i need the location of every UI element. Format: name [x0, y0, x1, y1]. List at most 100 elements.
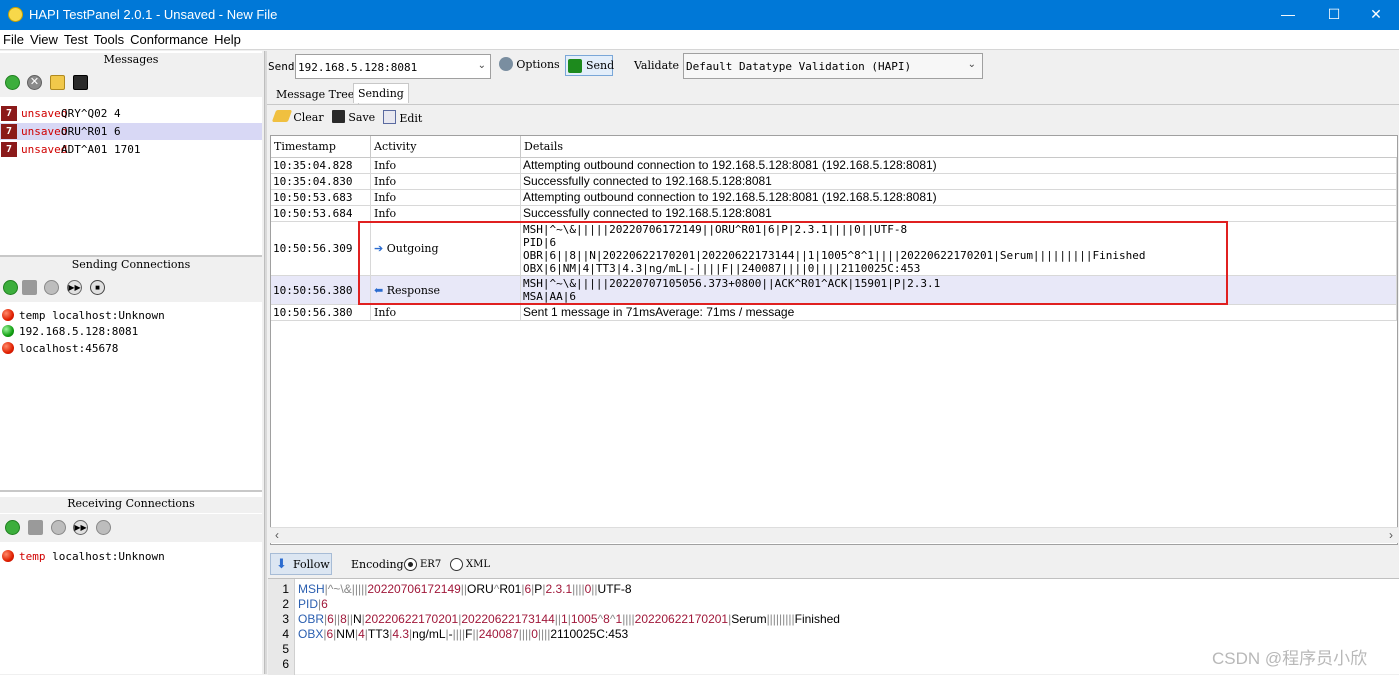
status-green-icon — [2, 325, 14, 337]
send-target-select[interactable]: 192.168.5.128:8081 ⌄ — [295, 54, 491, 79]
table-row[interactable]: 10:50:56.309 ➔ Outgoing MSH|^~\&|||||202… — [271, 222, 1397, 276]
table-row[interactable]: 10:50:53.684 Info Successfully connected… — [271, 206, 1397, 222]
close-message-icon[interactable]: ✕ — [27, 75, 42, 90]
delete-connection-icon[interactable] — [28, 520, 43, 535]
options-button[interactable]: Options — [499, 57, 560, 75]
chevron-down-icon: ⌄ — [967, 59, 976, 70]
list-item[interactable]: temp localhost:Unknown — [0, 308, 165, 324]
window-title: HAPI TestPanel 2.0.1 - Unsaved - New Fil… — [29, 7, 278, 22]
horizontal-scrollbar[interactable]: ‹ › — [270, 527, 1398, 543]
start-icon[interactable] — [44, 280, 59, 295]
er7-radio[interactable] — [404, 558, 417, 571]
detail-line: MSA|AA|6 — [523, 290, 576, 303]
fast-forward-icon[interactable]: ▶▶ — [67, 280, 82, 295]
line-number: 6 — [282, 657, 289, 671]
add-connection-icon[interactable] — [5, 520, 20, 535]
stop-icon[interactable] — [96, 520, 111, 535]
xml-radio[interactable] — [450, 558, 463, 571]
timestamp-cell: 10:50:56.309 — [271, 222, 371, 275]
fast-forward-icon[interactable]: ▶▶ — [73, 520, 88, 535]
validate-label: Validate — [634, 59, 680, 72]
close-button[interactable]: ✕ — [1353, 0, 1399, 30]
broom-icon — [271, 110, 293, 122]
menu-tools[interactable]: Tools — [91, 30, 127, 47]
timestamp-cell: 10:35:04.828 — [271, 158, 371, 173]
list-item[interactable]: 7 unsaved ADT^A01 1701 — [0, 141, 262, 158]
options-label: Options — [516, 58, 560, 71]
xml-label: XML — [466, 559, 490, 570]
receiving-connections-title: Receiving Connections — [0, 497, 262, 513]
menu-help[interactable]: Help — [211, 30, 244, 47]
table-row[interactable]: 10:50:56.380 ⬅ Response MSH|^~\&|||||202… — [271, 276, 1397, 305]
editor-line: OBR|6||8||N|20220622170201|2022062217314… — [298, 612, 840, 626]
details-cell: Successfully connected to 192.168.5.128:… — [521, 174, 1397, 189]
follow-button[interactable]: ⬇ Follow — [270, 553, 332, 575]
details-cell: Attempting outbound connection to 192.16… — [521, 190, 1397, 205]
list-item[interactable]: 7 unsaved QRY^Q02 4 — [0, 105, 262, 122]
menu-file[interactable]: File — [0, 30, 27, 47]
send-button-label: Send — [586, 59, 615, 72]
table-row[interactable]: 10:50:56.380 Info Sent 1 message in 71ms… — [271, 305, 1397, 321]
clear-button[interactable]: Clear — [271, 110, 324, 128]
list-item[interactable]: temp localhost:Unknown — [0, 549, 165, 565]
start-icon[interactable] — [51, 520, 66, 535]
list-item[interactable]: localhost:45678 — [0, 341, 118, 357]
list-item[interactable]: 7 unsaved ORU^R01 6 — [0, 123, 262, 140]
detail-line: PID|6 — [523, 236, 557, 249]
receiving-connections-list: temp localhost:Unknown — [0, 545, 262, 674]
timestamp-cell: 10:50:53.683 — [271, 190, 371, 205]
delete-connection-icon[interactable] — [22, 280, 37, 295]
save-button[interactable]: Save — [332, 110, 375, 128]
validate-select[interactable]: Default Datatype Validation (HAPI) ⌄ — [683, 53, 983, 79]
add-message-icon[interactable] — [5, 75, 20, 90]
save-disk-icon[interactable] — [73, 75, 88, 90]
timestamp-cell: 10:50:56.380 — [271, 276, 371, 304]
open-folder-icon[interactable] — [50, 75, 65, 90]
menu-bar: File View Test Tools Conformance Help — [0, 30, 1399, 50]
activity-cell: Info — [371, 190, 521, 205]
menu-view[interactable]: View — [27, 30, 61, 47]
maximize-button[interactable]: ☐ — [1311, 0, 1357, 30]
message-icon: 7 — [1, 142, 17, 157]
minimize-button[interactable]: — — [1265, 0, 1311, 30]
messages-toolbar: ✕ — [0, 69, 262, 97]
line-number: 4 — [282, 627, 289, 641]
receiving-toolbar: ▶▶ — [0, 514, 262, 542]
connection-label: localhost:45678 — [19, 342, 119, 355]
table-row[interactable]: 10:50:53.683 Info Attempting outbound co… — [271, 190, 1397, 206]
line-number: 2 — [282, 597, 289, 611]
column-header-activity[interactable]: Activity — [371, 136, 521, 158]
tab-sending[interactable]: Sending — [353, 83, 409, 103]
send-button[interactable]: Send — [565, 55, 615, 76]
left-panel: Messages ✕ 7 unsaved QRY^Q02 4 7 unsaved ORU… — [0, 51, 262, 674]
activity-label: Response — [386, 284, 441, 297]
table-row[interactable]: 10:35:04.828 Info Attempting outbound co… — [271, 158, 1397, 174]
timestamp-cell: 10:35:04.830 — [271, 174, 371, 189]
stop-icon[interactable]: ■ — [90, 280, 105, 295]
column-header-details[interactable]: Details — [521, 136, 1397, 158]
add-connection-icon[interactable] — [3, 280, 18, 295]
scroll-right-icon[interactable]: › — [1389, 528, 1393, 542]
edit-button[interactable]: Edit — [383, 110, 422, 128]
table-row[interactable]: 10:35:04.830 Info Successfully connected… — [271, 174, 1397, 190]
arrow-left-icon: ⬅ — [374, 284, 384, 297]
activity-cell: Info — [371, 206, 521, 221]
activity-cell: Info — [371, 158, 521, 173]
list-item[interactable]: 192.168.5.128:8081 — [0, 324, 138, 340]
detail-line: OBX|6|NM|4|TT3|4.3|ng/mL|-||||F||240087|… — [523, 262, 921, 275]
sending-connections-list: temp localhost:Unknown 192.168.5.128:808… — [0, 302, 262, 490]
details-cell: MSH|^~\&|||||20220706172149||ORU^R01|6|P… — [521, 222, 1397, 275]
column-header-timestamp[interactable]: Timestamp — [271, 136, 371, 158]
editor-line: OBX|6|NM|4|TT3|4.3|ng/mL|-||||F||240087|… — [298, 627, 629, 641]
details-cell: Sent 1 message in 71msAverage: 71ms / me… — [521, 305, 1397, 320]
sending-connections-title: Sending Connections — [0, 257, 262, 275]
menu-conformance[interactable]: Conformance — [127, 30, 211, 47]
tab-message-tree[interactable]: Message Tree — [272, 85, 360, 105]
scroll-left-icon[interactable]: ‹ — [275, 528, 279, 542]
message-name: ADT^A01 1701 — [61, 143, 141, 156]
menu-test[interactable]: Test — [61, 30, 91, 47]
er7-label: ER7 — [420, 559, 442, 570]
status-red-icon — [2, 342, 14, 354]
app-icon — [8, 7, 23, 22]
gear-icon — [499, 57, 513, 71]
